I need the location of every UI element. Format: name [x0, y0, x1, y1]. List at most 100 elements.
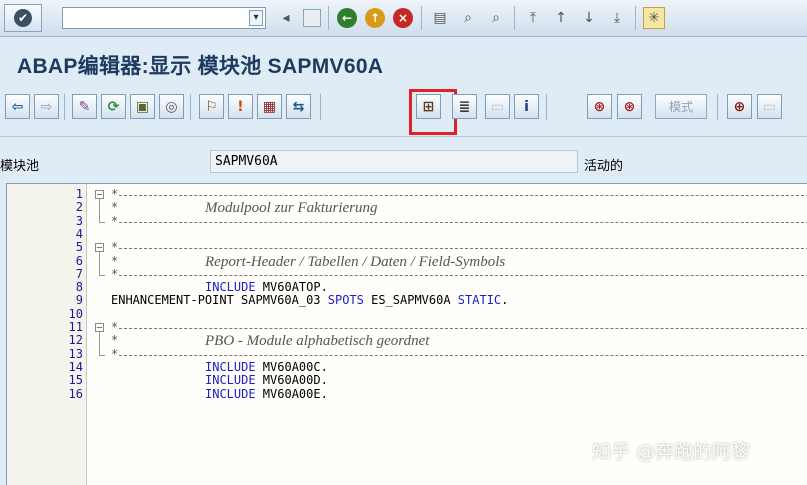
find-icon[interactable]: ⌕	[457, 7, 479, 29]
next-page-icon[interactable]: ↓	[578, 7, 600, 29]
checkmark-icon: ✔	[14, 9, 32, 27]
active-inactive-icon[interactable]: ⟳	[101, 94, 126, 119]
separator	[514, 6, 515, 30]
code-line: INCLUDE MV60A00D.	[205, 373, 328, 388]
code-line: ENHANCEMENT-POINT SAPMV60A_03 SPOTS ES_S…	[111, 293, 509, 308]
line-number: 13	[68, 346, 83, 361]
comment-marker: *	[111, 187, 119, 201]
line-number: 2	[75, 200, 83, 215]
separator	[635, 6, 636, 30]
fold-toggle[interactable]: −	[95, 243, 104, 253]
fold-end	[99, 274, 105, 276]
line-number: 11	[68, 320, 83, 334]
code-line: INCLUDE MV60A00E.	[205, 386, 328, 401]
fold-toggle[interactable]: −	[95, 190, 104, 199]
comment-marker: *	[111, 346, 119, 361]
separator	[64, 94, 65, 120]
fold-toggle[interactable]: −	[95, 323, 104, 332]
comment-text: Modulpool zur Fakturierung	[205, 200, 378, 217]
find-next-icon[interactable]: ⌕	[485, 7, 507, 29]
highlight-box	[409, 89, 457, 135]
separator	[328, 6, 329, 30]
last-page-icon[interactable]: ⤓	[606, 7, 628, 29]
line-number: 3	[75, 213, 83, 228]
line-number: 9	[75, 293, 83, 308]
breakpoint-icon[interactable]: ⊛	[587, 94, 612, 119]
program-field-row: 模块池 SAPMV60A 活动的	[0, 148, 807, 176]
forward-arrow-icon[interactable]: ⇨	[34, 94, 59, 119]
line-number: 14	[68, 359, 83, 374]
object-list-icon[interactable]: ▦	[257, 94, 282, 119]
line-number: 16	[68, 386, 83, 401]
scroll-left-icon[interactable]: ◂	[275, 7, 297, 29]
code-line: INCLUDE MV60ATOP.	[205, 280, 328, 295]
separator	[717, 94, 718, 120]
info-icon[interactable]: i	[514, 94, 539, 119]
code-line: INCLUDE MV60A00C.	[205, 359, 328, 374]
new-session-icon[interactable]: ✳	[643, 7, 665, 29]
command-field[interactable]: ▾	[62, 7, 266, 29]
back-icon[interactable]: ←	[336, 7, 358, 29]
system-toolbar: ✔ ▾ ◂ ← ↑ × ▤ ⌕ ⌕ ⤒ ↑ ↓ ⤓ ✳	[0, 0, 807, 37]
exit-icon[interactable]: ↑	[364, 7, 386, 29]
separator	[546, 94, 547, 120]
enter-button[interactable]: ✔	[4, 4, 42, 32]
fold-line	[99, 199, 100, 222]
comment-rule	[119, 248, 807, 250]
comment-rule	[119, 221, 807, 223]
comment-rule	[119, 274, 807, 276]
where-used-icon[interactable]: !	[228, 94, 253, 119]
external-breakpoint-icon[interactable]: ⊛	[617, 94, 642, 119]
sap-window: ✔ ▾ ◂ ← ↑ × ▤ ⌕ ⌕ ⤒ ↑ ↓ ⤓ ✳ ABAP编辑器:显示 模…	[0, 0, 807, 485]
comment-rule	[119, 328, 807, 329]
comment-marker: *	[111, 320, 119, 334]
line-number: 10	[68, 306, 83, 321]
check-icon[interactable]: ◎	[159, 94, 184, 119]
status-text: 活动的	[584, 159, 624, 174]
disabled-icon: ▭	[757, 94, 782, 119]
fold-end	[99, 221, 105, 223]
mode-button[interactable]: 模式	[655, 94, 707, 119]
print-icon[interactable]: ▤	[429, 7, 451, 29]
line-number: 1	[75, 187, 83, 201]
comment-marker: *	[111, 333, 119, 348]
comment-text: PBO - Module alphabetisch geordnet	[205, 333, 430, 350]
comment-marker: *	[111, 253, 119, 268]
fold-line	[99, 332, 100, 355]
command-history-button[interactable]: ▾	[249, 10, 263, 26]
line-number: 4	[75, 226, 83, 241]
separator	[320, 94, 321, 120]
comment-marker: *	[111, 200, 119, 215]
module-pool-label: 模块池	[0, 159, 40, 174]
cancel-icon[interactable]: ×	[392, 7, 414, 29]
line-number: 5	[75, 240, 83, 255]
first-page-icon[interactable]: ⤒	[522, 7, 544, 29]
comment-marker: *	[111, 266, 119, 281]
navigation-window-icon[interactable]: ⇆	[286, 94, 311, 119]
line-number: 7	[75, 266, 83, 281]
module-pool-value: SAPMV60A	[210, 150, 578, 173]
line-number: 12	[68, 333, 83, 348]
comment-text: Report-Header / Tabellen / Daten / Field…	[205, 253, 506, 270]
fold-line	[99, 252, 100, 275]
application-toolbar: ⇦ ⇨ ✎ ⟳ ▣ ◎ ⚐ ! ▦ ⇆ ⊞ ≣ ▭ i ⊛ ⊛ 模式 ⊕ ▭	[0, 87, 807, 137]
comment-marker: *	[111, 213, 119, 228]
page-title: ABAP编辑器:显示 模块池 SAPMV60A	[0, 37, 807, 87]
separator	[190, 94, 191, 120]
separator	[421, 6, 422, 30]
disabled-icon: ▭	[485, 94, 510, 119]
display-change-icon[interactable]: ✎	[72, 94, 97, 119]
comment-rule	[119, 354, 807, 356]
previous-page-icon[interactable]: ↑	[550, 7, 572, 29]
comment-marker: *	[111, 240, 119, 255]
other-object-icon[interactable]: ▣	[130, 94, 155, 119]
line-number: 15	[68, 373, 83, 388]
pretty-printer-icon[interactable]: ≣	[452, 94, 477, 119]
line-number: 8	[75, 280, 83, 295]
save-icon[interactable]	[303, 9, 321, 27]
line-number: 6	[75, 253, 83, 268]
back-arrow-icon[interactable]: ⇦	[5, 94, 30, 119]
comment-rule	[119, 195, 807, 196]
pattern-icon[interactable]: ⊕	[727, 94, 752, 119]
activate-icon[interactable]: ⚐	[199, 94, 224, 119]
